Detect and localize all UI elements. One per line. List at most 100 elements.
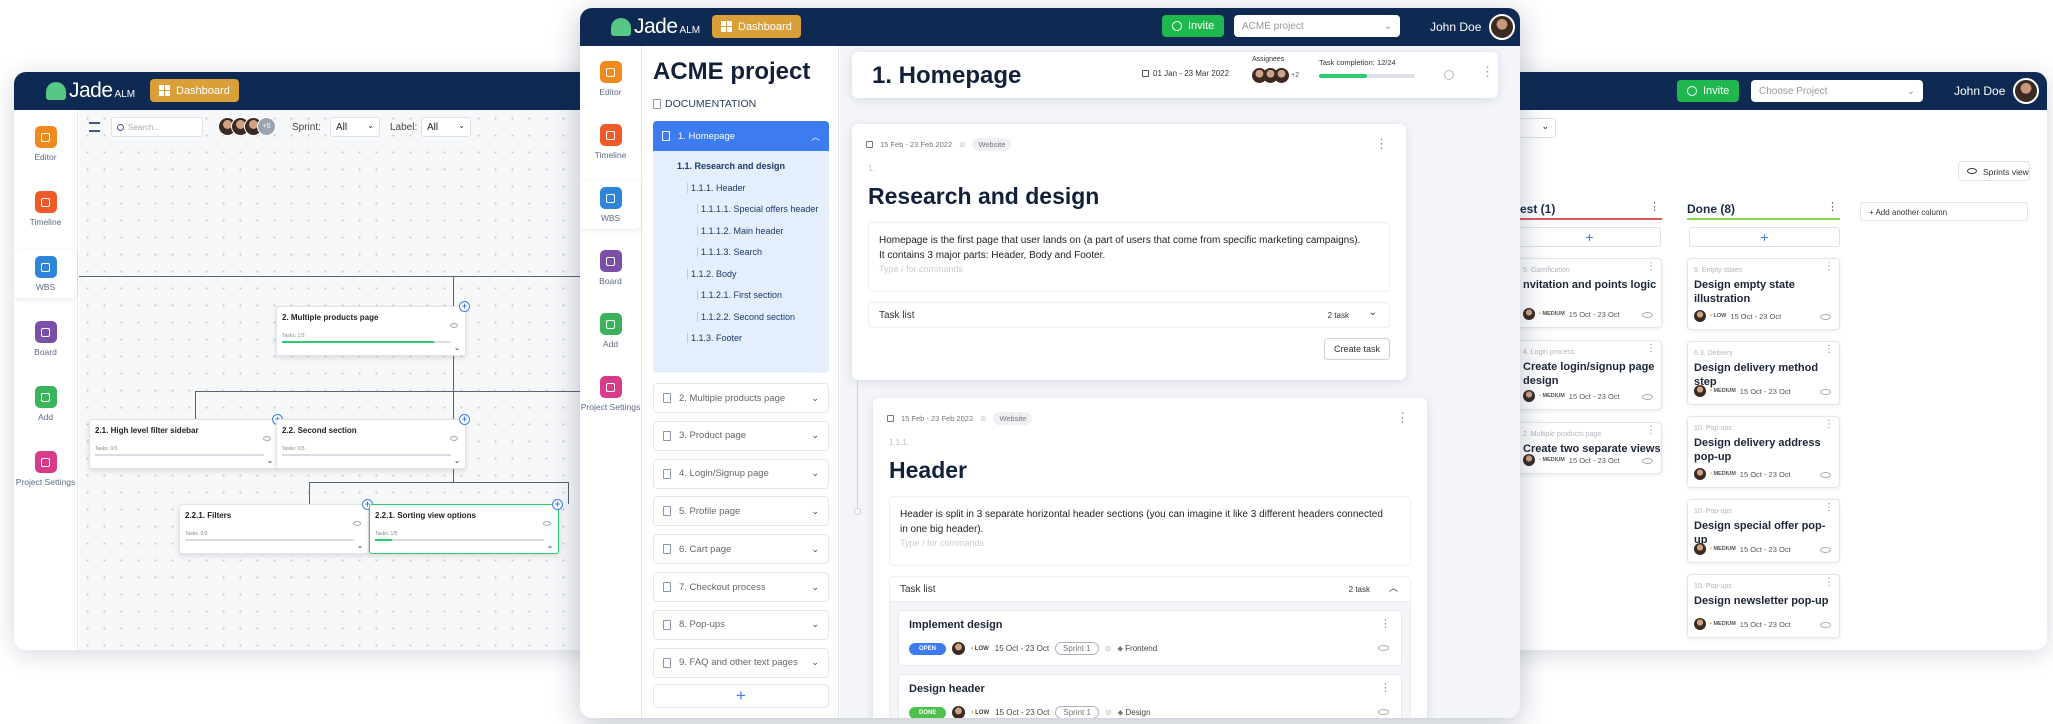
eye-icon[interactable]: [450, 323, 458, 328]
eye-icon[interactable]: [263, 436, 271, 441]
eye-icon[interactable]: [1820, 547, 1831, 553]
priority-label[interactable]: • MEDIUM: [1539, 457, 1565, 463]
eye-icon[interactable]: [1820, 472, 1831, 478]
avatar[interactable]: [1694, 310, 1706, 322]
more-menu-icon[interactable]: ⋮: [1481, 64, 1494, 80]
jade-logo[interactable]: Jade ALM: [46, 79, 135, 103]
chevron-down-icon[interactable]: ⌄: [1369, 307, 1377, 318]
priority-label[interactable]: • MEDIUM: [1710, 621, 1736, 627]
avatar[interactable]: [1523, 454, 1535, 466]
rail-item-project-settings[interactable]: Project Settings: [14, 445, 77, 493]
jade-logo[interactable]: Jade ALM: [611, 15, 700, 39]
chevron-down-icon[interactable]: ⌄: [454, 344, 460, 352]
section-heading[interactable]: Research and design: [868, 183, 1099, 210]
eye-icon[interactable]: [1642, 458, 1653, 464]
filter-icon[interactable]: [89, 122, 100, 132]
chevron-down-icon[interactable]: ⌄: [357, 542, 363, 550]
invite-button[interactable]: Invite: [1677, 80, 1740, 102]
column-menu-icon[interactable]: ⋮: [1649, 200, 1660, 213]
user-menu[interactable]: John Doe: [1430, 14, 1516, 40]
doc-subitem[interactable]: 1.1. Research and design: [677, 161, 785, 171]
doc-item[interactable]: 4. Login/Signup page ⌄: [653, 458, 829, 489]
chevron-down-icon[interactable]: ⌄: [454, 457, 460, 465]
command-placeholder[interactable]: Type / for commands: [879, 263, 1379, 277]
user-menu[interactable]: John Doe: [1954, 78, 2040, 104]
rail-item-add[interactable]: Add: [580, 307, 641, 355]
rail-item-timeline[interactable]: Timeline: [14, 185, 77, 233]
wbs-node[interactable]: 2.2.1. Sorting view options Tasks: 1/5 ⌄ +: [369, 499, 563, 554]
avatar[interactable]: [1694, 543, 1706, 555]
search-icon[interactable]: [1444, 70, 1454, 80]
avatar[interactable]: [1694, 618, 1706, 630]
add-child-icon[interactable]: +: [459, 301, 470, 312]
priority-label[interactable]: • MEDIUM: [1710, 388, 1736, 394]
task-list-header[interactable]: Task list 2 task ︿: [889, 576, 1411, 602]
doc-item[interactable]: 8. Pop-ups ⌄: [653, 609, 829, 640]
sprint-pill[interactable]: Sprint 1: [1055, 642, 1099, 655]
doc-item[interactable]: 3. Product page ⌄: [653, 420, 829, 451]
rail-item-wbs[interactable]: WBS: [14, 250, 77, 299]
status-badge[interactable]: DONE: [909, 706, 947, 718]
eye-icon[interactable]: [1820, 314, 1831, 320]
add-column-button[interactable]: + Add another column: [1860, 202, 2028, 221]
avatar[interactable]: [1694, 468, 1706, 480]
rail-item-editor[interactable]: Editor: [580, 55, 641, 103]
label-select[interactable]: All ⌄: [421, 117, 471, 137]
avatar[interactable]: [1694, 385, 1706, 397]
rail-item-editor[interactable]: Editor: [14, 120, 77, 168]
eye-icon[interactable]: [1378, 645, 1389, 651]
rail-item-board[interactable]: Board: [14, 315, 77, 363]
chevron-down-icon[interactable]: ⌄: [267, 457, 273, 465]
avatar[interactable]: [1523, 308, 1535, 320]
eye-icon[interactable]: [1642, 394, 1653, 400]
create-task-button[interactable]: Create task: [1324, 338, 1390, 360]
doc-subitem[interactable]: 1.1.2. Body: [687, 268, 737, 279]
dashboard-button[interactable]: Dashboard: [150, 79, 239, 102]
add-child-icon[interactable]: +: [459, 414, 470, 425]
section-body[interactable]: Homepage is the first page that user lan…: [868, 222, 1390, 292]
task-list-header[interactable]: Task list 2 task ⌄: [868, 302, 1390, 328]
task-row[interactable]: Implement design ⋮ OPEN • LOW 15 Oct - 23 Oc…: [898, 610, 1402, 666]
board-card[interactable]: 10. Pop-ups ⋮ Design delivery address pop-…: [1687, 416, 1840, 488]
rail-item-add[interactable]: Add: [14, 380, 77, 428]
board-card[interactable]: 4. Login process ⋮ Create login/signup pag…: [1516, 340, 1662, 410]
more-menu-icon[interactable]: ⋮: [1646, 344, 1656, 354]
board-card[interactable]: 2. Multiple products page ⋮ Create two sep…: [1516, 422, 1662, 474]
project-select[interactable]: ACME project ⌄: [1234, 15, 1400, 37]
more-menu-icon[interactable]: ⋮: [1824, 345, 1834, 355]
doc-subitem[interactable]: 1.1.2.2. Second section: [697, 311, 795, 322]
avatar[interactable]: [1274, 68, 1289, 83]
more-menu-icon[interactable]: ⋮: [1824, 262, 1834, 272]
board-card[interactable]: 6.3. Delivery ⋮ Design delivery method ste…: [1687, 341, 1840, 405]
eye-icon[interactable]: [1820, 389, 1831, 395]
eye-icon[interactable]: [450, 436, 458, 441]
priority-label[interactable]: • LOW: [1710, 313, 1726, 319]
doc-item[interactable]: 6. Cart page ⌄: [653, 534, 829, 565]
chevron-down-icon[interactable]: ⌄: [547, 542, 553, 550]
rail-item-board[interactable]: Board: [580, 244, 641, 292]
label-tag[interactable]: ⬥ Design: [1118, 708, 1151, 718]
avatars-more-badge[interactable]: +5: [257, 117, 276, 136]
invite-button[interactable]: Invite: [1162, 15, 1225, 37]
section-heading[interactable]: Header: [889, 457, 967, 484]
avatar[interactable]: [1523, 390, 1535, 402]
link-icon[interactable]: ⊘: [959, 140, 965, 149]
sprint-pill[interactable]: Sprint 1: [1055, 706, 1099, 718]
column-menu-icon[interactable]: ⋮: [1827, 200, 1838, 213]
more-menu-icon[interactable]: ⋮: [1646, 262, 1656, 272]
status-badge[interactable]: OPEN: [909, 642, 947, 655]
more-menu-icon[interactable]: ⋮: [1380, 617, 1391, 630]
tag-pill[interactable]: Website: [972, 138, 1012, 151]
column-add-card-button[interactable]: +: [1689, 227, 1840, 247]
chevron-down-icon[interactable]: ⌄: [811, 468, 819, 479]
project-select[interactable]: Choose Project ⌄: [1751, 80, 1923, 102]
more-menu-icon[interactable]: ⋮: [1396, 410, 1409, 426]
rail-item-project-settings[interactable]: Project Settings: [580, 370, 641, 418]
eye-icon[interactable]: [1378, 709, 1389, 715]
priority-label[interactable]: • MEDIUM: [1539, 393, 1565, 399]
tag-pill[interactable]: Website: [993, 412, 1033, 425]
dashboard-button[interactable]: Dashboard: [712, 15, 801, 38]
wbs-node[interactable]: 2. Multiple products page Tasks: 1/3 ⌄ +: [276, 301, 470, 356]
chevron-down-icon[interactable]: ⌄: [811, 619, 819, 630]
chevron-down-icon[interactable]: ⌄: [811, 657, 819, 668]
